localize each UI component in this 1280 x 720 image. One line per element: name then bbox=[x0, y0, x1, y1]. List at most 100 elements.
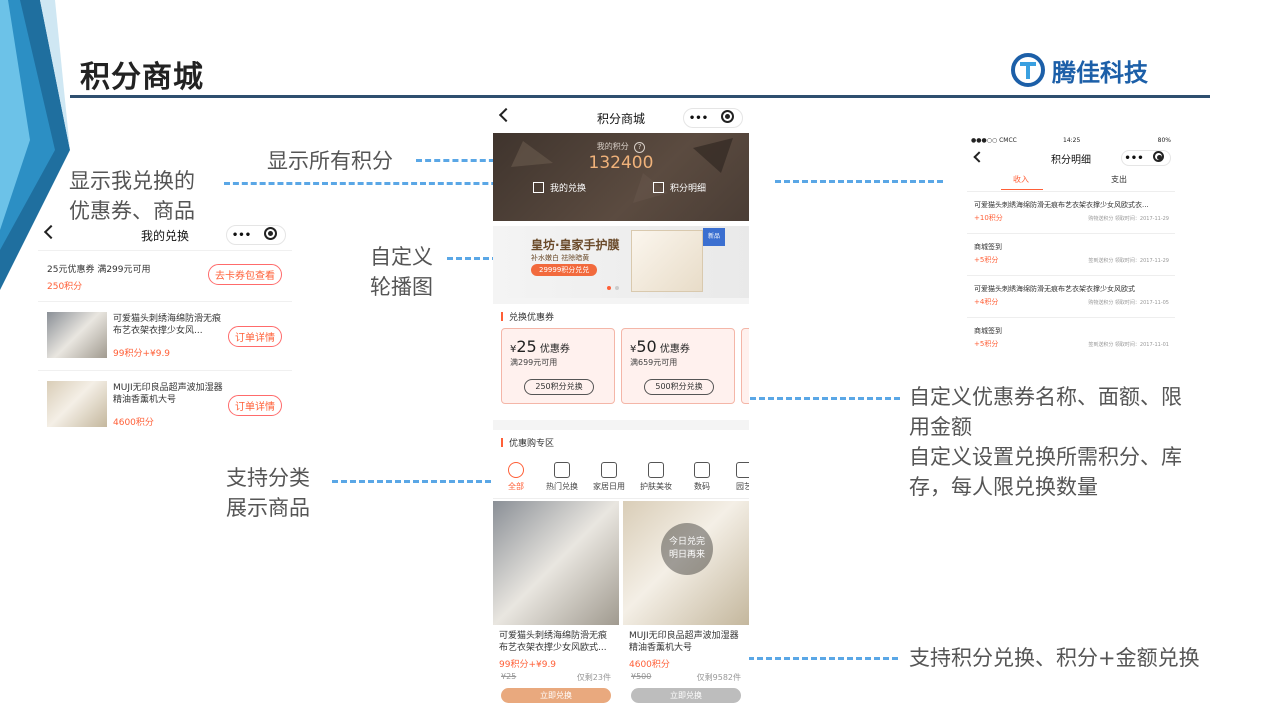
callout-banner: 自定义 轮播图 bbox=[370, 242, 433, 302]
record-meta: 购物送积分 领取时间：2017-11-29 bbox=[1088, 216, 1169, 222]
points-label: 我的积分 bbox=[596, 142, 629, 151]
coupon-condition: 满299元可用 bbox=[510, 358, 558, 367]
section-marker bbox=[501, 437, 503, 447]
dashed-connector bbox=[224, 182, 524, 185]
record-points: +5积分 bbox=[974, 256, 999, 264]
more-icon[interactable]: ••• bbox=[684, 113, 713, 124]
points-detail-label: 积分明细 bbox=[670, 184, 707, 194]
flame-icon bbox=[554, 462, 570, 478]
order-detail-button[interactable]: 订单详情 bbox=[228, 326, 282, 347]
dashed-connector bbox=[732, 397, 900, 400]
dashed-connector bbox=[332, 480, 500, 483]
product-card[interactable]: 可爱猫头刺绣海绵防滑无痕布艺衣架衣撑少女风欧式... 99积分+¥9.9 ¥25… bbox=[493, 501, 619, 703]
section-spacer bbox=[493, 420, 749, 430]
battery: 80% bbox=[1157, 137, 1171, 144]
view-coupon-wallet-button[interactable]: 去卡券包查看 bbox=[208, 264, 282, 285]
category-all[interactable]: 全部 bbox=[493, 462, 541, 492]
back-icon[interactable] bbox=[498, 107, 514, 123]
page-title: 积分明细 bbox=[1051, 154, 1091, 166]
product-price: 4600积分 bbox=[629, 660, 670, 670]
category-garden[interactable]: 园艺 bbox=[719, 462, 749, 492]
deal-section-header: 优惠购专区 bbox=[493, 430, 749, 454]
record-meta: 签到送积分 领取时间：2017-11-01 bbox=[1088, 342, 1169, 348]
callout-category-line2: 展示商品 bbox=[226, 496, 310, 520]
logo-icon bbox=[1011, 53, 1045, 87]
tab-expense[interactable]: 支出 bbox=[1111, 174, 1127, 185]
more-icon[interactable]: ••• bbox=[1122, 153, 1146, 164]
navbar: 积分明细 ••• bbox=[967, 147, 1175, 169]
carousel-dot[interactable] bbox=[615, 286, 619, 290]
order-name: 可爱猫头刺绣海绵防滑无痕布艺衣架衣撑少女风... bbox=[113, 314, 222, 336]
product-name: MUJI无印良品超声波加湿器精油香薰机大号 bbox=[629, 631, 739, 653]
lamp-icon bbox=[601, 462, 617, 478]
order-price: 4600积分 bbox=[113, 418, 154, 428]
product-card[interactable]: 今日兑完 明日再来 MUJI无印良品超声波加湿器精油香薰机大号 4600积分 ¥… bbox=[623, 501, 749, 703]
points-detail-link[interactable]: 积分明细 bbox=[653, 181, 706, 194]
product-original-price: ¥500 bbox=[631, 672, 652, 681]
help-icon[interactable]: ? bbox=[634, 142, 646, 153]
record-list: 可爱猫头刺绣海绵防滑无痕布艺衣架衣撑少女风欧式衣... +10积分 购物送积分 … bbox=[967, 192, 1175, 358]
status-bar: ●●●○○ CMCC 14:25 80% bbox=[967, 133, 1175, 147]
points-record: 可爱猫头刺绣海绵防滑无痕布艺衣架衣撑少女风欧式衣... +10积分 购物送积分 … bbox=[967, 192, 1175, 234]
coupon-exchange-button[interactable]: 250积分兑换 bbox=[524, 379, 594, 395]
callout-coupon-line3: 自定义设置兑换所需积分、库 bbox=[909, 445, 1182, 469]
points-label-row: 我的积分 ? bbox=[493, 141, 749, 153]
back-icon[interactable] bbox=[43, 224, 59, 240]
soldout-overlay: 今日兑完 明日再来 bbox=[661, 523, 713, 575]
soldout-line2: 明日再来 bbox=[668, 550, 705, 560]
category-home[interactable]: 家居日用 bbox=[584, 462, 634, 492]
callout-exchange-modes: 支持积分兑换、积分+金额兑换 bbox=[909, 646, 1200, 670]
record-points: +4积分 bbox=[974, 298, 999, 306]
record-name: 可爱猫头刺绣海绵防滑无痕布艺衣架衣撑少女风欧式衣... bbox=[974, 201, 1149, 209]
callout-banner-line2: 轮播图 bbox=[370, 275, 433, 299]
product-meta: ¥25 仅剩23件 bbox=[493, 670, 619, 683]
callout-coupon: 自定义优惠券名称、面额、限 用金额 自定义设置兑换所需积分、库 存，每人限兑换数… bbox=[909, 382, 1249, 502]
order-name: MUJI无印良品超声波加湿器精油香薰机大号 bbox=[113, 383, 223, 405]
logo-text: 腾佳科技 bbox=[1052, 58, 1148, 87]
order-detail-button[interactable]: 订单详情 bbox=[228, 395, 282, 416]
points-header: 我的积分 ? 132400 我的兑换 积分明细 bbox=[493, 133, 749, 221]
list-icon bbox=[653, 182, 664, 193]
points-mall-screen: 积分商城 ••• 我的积分 ? 132400 我的兑换 积分明细 皇坊·皇家手护… bbox=[493, 103, 749, 720]
category-hot[interactable]: 热门兑换 bbox=[537, 462, 587, 492]
callout-category-line1: 支持分类 bbox=[226, 466, 310, 490]
record-meta: 签到送积分 领取时间：2017-11-29 bbox=[1088, 258, 1169, 264]
exchange-now-button-disabled[interactable]: 立即兑换 bbox=[631, 688, 741, 703]
carousel-dot-active[interactable] bbox=[607, 286, 611, 290]
coupon-exchange-button[interactable]: 500积分兑换 bbox=[644, 379, 714, 395]
banner-subtitle: 补水嫩白 祛除暗黄 bbox=[531, 254, 590, 262]
title-divider bbox=[70, 95, 1210, 98]
banner-carousel[interactable]: 皇坊·皇家手护膜 补水嫩白 祛除暗黄 29999积分兑兑 新品 bbox=[493, 226, 749, 298]
callout-redeemed: 显示我兑换的 优惠券、商品 bbox=[69, 166, 195, 226]
tab-income[interactable]: 收入 bbox=[1013, 174, 1029, 185]
coupon-amount: ¥25 优惠券 bbox=[510, 337, 570, 356]
order-thumbnail bbox=[47, 381, 107, 427]
close-target-icon[interactable] bbox=[1146, 151, 1170, 165]
record-name: 商城签到 bbox=[974, 327, 1002, 335]
banner-new-tag: 新品 bbox=[703, 228, 725, 246]
category-beauty[interactable]: 护肤美妆 bbox=[631, 462, 681, 492]
callout-banner-line1: 自定义 bbox=[370, 245, 433, 269]
navbar: 我的兑换 ••• bbox=[38, 220, 292, 250]
product-meta: ¥500 仅剩9582件 bbox=[623, 670, 749, 683]
product-stock: 仅剩9582件 bbox=[696, 673, 741, 682]
my-exchange-link[interactable]: 我的兑换 bbox=[533, 181, 586, 194]
grid-icon bbox=[508, 462, 524, 478]
order-thumbnail bbox=[47, 312, 107, 358]
exchange-order-item: MUJI无印良品超声波加湿器精油香薰机大号 4600积分 订单详情 bbox=[38, 371, 292, 435]
callout-category: 支持分类 展示商品 bbox=[226, 463, 310, 523]
back-icon[interactable] bbox=[973, 151, 985, 163]
coupon-points: 250积分 bbox=[47, 282, 83, 292]
slide-title: 积分商城 bbox=[80, 60, 204, 95]
product-original-price: ¥25 bbox=[501, 672, 517, 681]
points-detail-screen: ●●●○○ CMCC 14:25 80% 积分明细 ••• 收入 支出 可爱猫头… bbox=[967, 133, 1175, 358]
close-target-icon[interactable] bbox=[713, 110, 742, 126]
exchange-now-button[interactable]: 立即兑换 bbox=[501, 688, 611, 703]
callout-redeemed-line1: 显示我兑换的 bbox=[69, 169, 195, 193]
close-target-icon[interactable] bbox=[256, 227, 285, 243]
callout-show-all-points: 显示所有积分 bbox=[267, 149, 393, 173]
leaf-icon bbox=[736, 462, 749, 478]
more-icon[interactable]: ••• bbox=[227, 230, 256, 241]
navbar: 积分商城 ••• bbox=[493, 103, 749, 133]
tab-indicator bbox=[1001, 189, 1043, 190]
